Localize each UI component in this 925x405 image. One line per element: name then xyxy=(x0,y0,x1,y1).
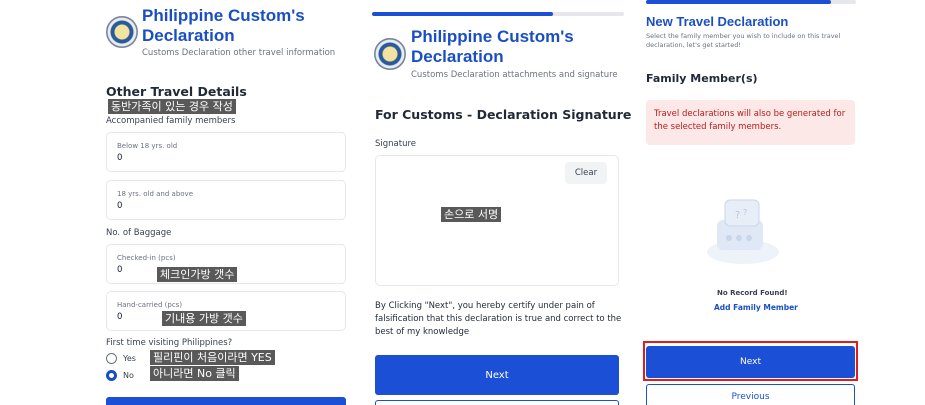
annotation-carried: 기내용 가방 갯수 xyxy=(162,311,246,326)
certify-text: By Clicking "Next", you hereby certify u… xyxy=(375,301,622,337)
customs-seal-logo xyxy=(374,38,406,70)
empty-state-illustration: ? ? xyxy=(707,199,779,264)
add-family-member-link[interactable]: Add Family Member xyxy=(714,303,798,312)
field-value: 0 xyxy=(117,265,123,275)
next-button-partial[interactable] xyxy=(106,397,346,405)
app-title: Philippine Custom's Declaration xyxy=(142,6,305,45)
accompanied-label: Accompanied family members xyxy=(106,116,236,126)
signature-label: Signature xyxy=(375,139,417,149)
page-subtitle: Select the family member you wish to inc… xyxy=(646,32,841,49)
annotation-family: 동반가족이 있는 경우 작성 xyxy=(108,99,236,114)
baggage-label: No. of Baggage xyxy=(106,228,172,238)
annotation-sign: 손으로 서명 xyxy=(441,207,502,222)
field-value: 0 xyxy=(117,201,123,211)
above-18-field[interactable]: 18 yrs. old and above 0 xyxy=(106,180,346,220)
previous-button[interactable]: Previous xyxy=(646,384,855,405)
clear-button[interactable]: Clear xyxy=(565,162,607,184)
customs-seal-logo xyxy=(106,16,138,48)
field-value: 0 xyxy=(117,153,123,163)
annotation-checked: 체크인가방 갯수 xyxy=(157,267,238,282)
previous-button-partial[interactable] xyxy=(375,400,619,405)
svg-text:?: ? xyxy=(735,210,740,221)
progress-fill xyxy=(372,12,554,16)
progress-bar xyxy=(372,12,624,16)
first-time-label: First time visiting Philippines? xyxy=(106,338,233,348)
field-label: Checked-in (pcs) xyxy=(117,254,176,262)
declaration-signature-screen: Philippine Custom's Declaration Customs … xyxy=(362,0,632,405)
progress-fill xyxy=(646,0,831,4)
app-subtitle: Customs Declaration attachments and sign… xyxy=(411,70,618,80)
no-record-text: No Record Found! xyxy=(717,289,788,297)
section-title: For Customs - Declaration Signature xyxy=(375,107,632,122)
yes-radio[interactable] xyxy=(106,353,117,364)
no-radio[interactable] xyxy=(106,370,117,381)
other-travel-details-screen: Philippine Custom's Declaration Customs … xyxy=(96,0,358,405)
yes-label: Yes xyxy=(123,354,136,363)
field-label: Below 18 yrs. old xyxy=(117,142,178,150)
section-title: Family Member(s) xyxy=(646,72,758,85)
next-button[interactable]: Next xyxy=(375,355,619,395)
progress-bar xyxy=(646,0,856,4)
field-label: Hand-carried (pcs) xyxy=(117,301,183,309)
section-title: Other Travel Details xyxy=(106,84,247,99)
highlight-box xyxy=(643,341,858,381)
annotation-first-time-1: 필리핀이 처음이라면 YES xyxy=(150,350,275,365)
page-title: New Travel Declaration xyxy=(646,14,789,29)
field-label: 18 yrs. old and above xyxy=(117,190,194,198)
svg-text:?: ? xyxy=(743,208,747,217)
below-18-field[interactable]: Below 18 yrs. old 0 xyxy=(106,132,346,172)
no-label: No xyxy=(123,371,134,380)
screenshot-collage: Philippine Custom's Declaration Customs … xyxy=(0,0,925,405)
family-member-screen: New Travel Declaration Select the family… xyxy=(637,0,865,405)
annotation-first-time-2: 아니라면 No 클릭 xyxy=(150,366,239,381)
field-value: 0 xyxy=(117,312,123,322)
app-title: Philippine Custom's Declaration xyxy=(411,27,574,66)
info-alert: Travel declarations will also be generat… xyxy=(646,100,855,145)
app-subtitle: Customs Declaration other travel informa… xyxy=(142,48,336,58)
